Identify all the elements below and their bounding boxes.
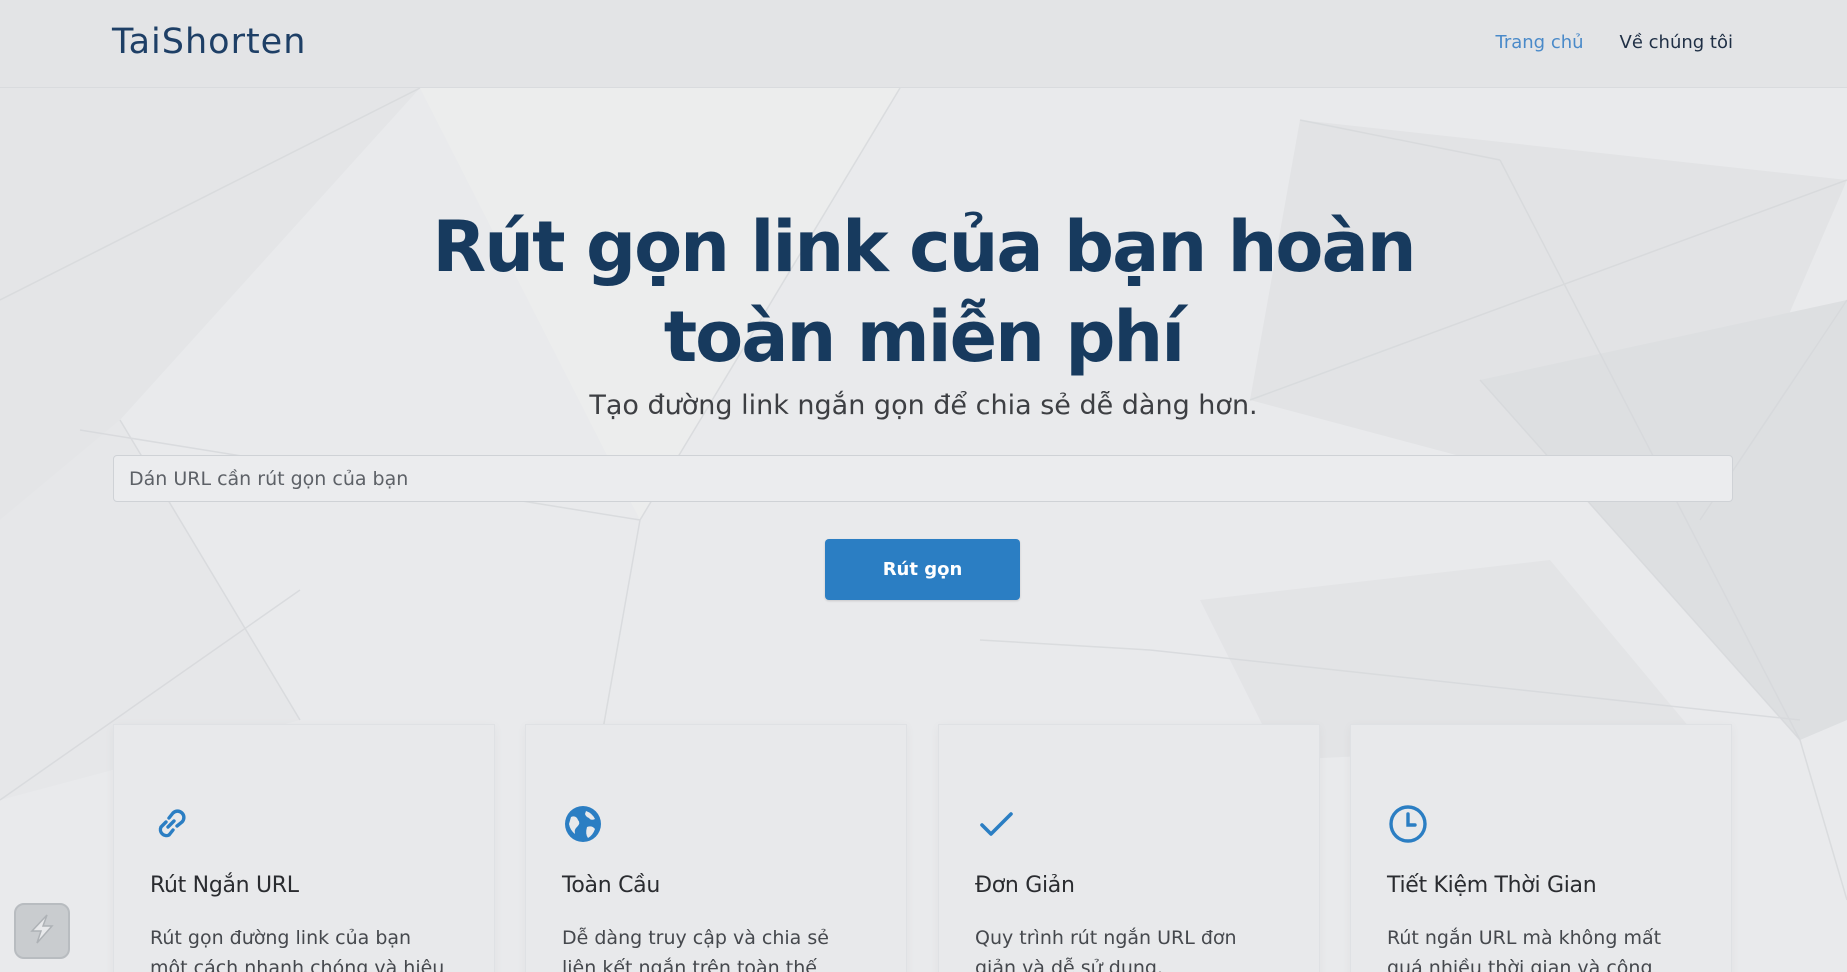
feature-title: Rút Ngắn URL [150,873,299,898]
clock-icon [1387,803,1429,845]
hero-subtitle: Tạo đường link ngắn gọn để chia sẻ dễ dà… [589,390,1258,421]
feature-card: Toàn Cầu Dễ dàng truy cập và chia sẻ liê… [525,724,907,972]
feature-title: Tiết Kiệm Thời Gian [1387,873,1597,898]
feature-title: Đơn Giản [975,873,1075,898]
floating-widget-button[interactable] [14,903,70,959]
nav-about-link[interactable]: Về chúng tôi [1620,32,1733,53]
link-icon [150,803,192,845]
feature-card: Đơn Giản Quy trình rút ngắn URL đơn giản… [938,724,1320,972]
top-navbar: TaiShorten Trang chủ Về chúng tôi [0,0,1847,88]
main-nav: Trang chủ Về chúng tôi [1495,32,1733,53]
hero-title-line2: toàn miễn phí [663,296,1186,378]
feature-description: Rút ngắn URL mà không mất quá nhiều thời… [1387,927,1662,972]
feature-title: Toàn Cầu [562,873,660,898]
globe-icon [562,803,604,845]
feature-description: Dễ dàng truy cập và chia sẻ liên kết ngắ… [562,927,829,972]
hero-title: Rút gọn link của bạn hoàn toàn miễn phí [300,202,1547,382]
shorten-button[interactable]: Rút gọn [825,539,1020,600]
url-input[interactable] [113,455,1733,502]
feature-card: Rút Ngắn URL Rút gọn đường link của bạn … [113,724,495,972]
hero-title-line1: Rút gọn link của bạn hoàn [432,206,1416,288]
feature-description: Quy trình rút ngắn URL đơn giản và dễ sử… [975,927,1237,972]
lightning-icon [25,912,59,951]
nav-home-link[interactable]: Trang chủ [1495,32,1583,53]
feature-description: Rút gọn đường link của bạn một cách nhan… [150,927,445,972]
feature-card: Tiết Kiệm Thời Gian Rút ngắn URL mà khôn… [1350,724,1732,972]
check-icon [975,803,1017,845]
brand-logo[interactable]: TaiShorten [112,22,306,62]
